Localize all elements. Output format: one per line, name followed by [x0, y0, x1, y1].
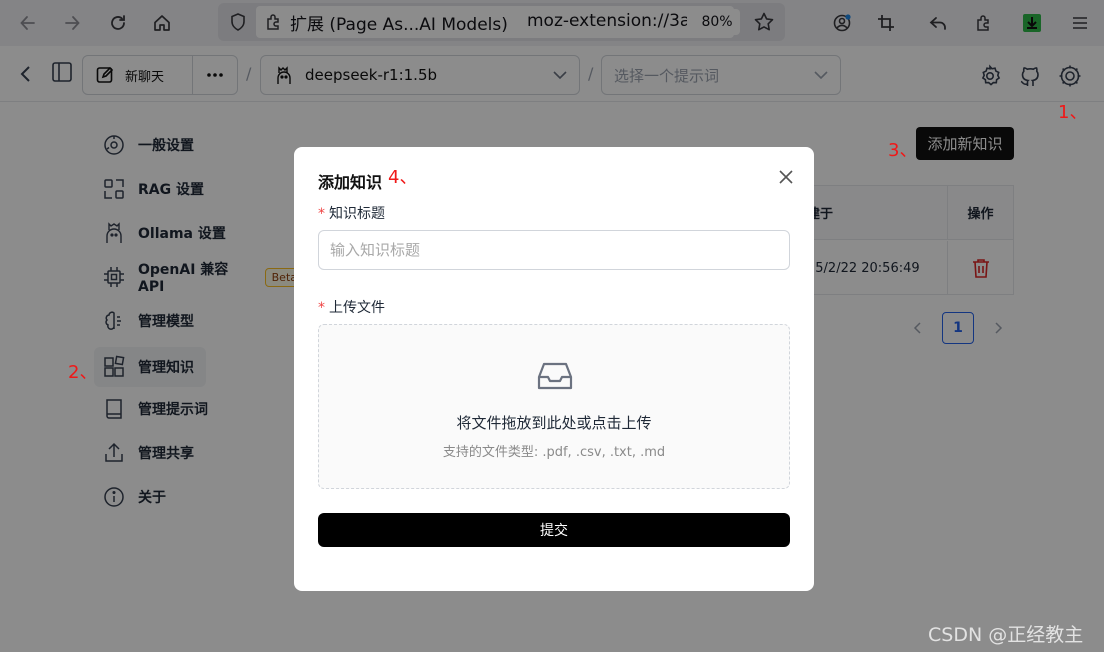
dropzone-sub-text: 支持的文件类型: .pdf, .csv, .txt, .md [442, 445, 666, 460]
close-icon [779, 170, 793, 184]
annotation-4: 4、 [388, 167, 418, 188]
add-knowledge-modal: 添加知识 *知识标题 *上传文件 将文件拖放到此处或点击上传 支持的文件类型: … [294, 147, 814, 591]
title-field-label: * 知识标题 [318, 203, 385, 223]
close-button[interactable] [774, 165, 798, 189]
upload-field-label: * 上传文件 [318, 297, 385, 317]
annotation-1: 1、 [1058, 102, 1088, 123]
watermark: CSDN @正经教主 [928, 624, 1084, 646]
upload-label-text: 上传文件 [329, 300, 385, 316]
modal-title: 添加知识 [318, 173, 383, 192]
required-mark: * [318, 300, 325, 316]
title-label-text: 知识标题 [329, 206, 385, 222]
knowledge-title-input[interactable] [318, 230, 790, 270]
inbox-icon [537, 362, 573, 390]
required-mark: * [318, 206, 325, 222]
annotation-3: 3、 [888, 140, 918, 161]
dropzone-main-text: 将文件拖放到此处或点击上传 [456, 414, 652, 432]
annotation-2: 2、 [68, 362, 98, 383]
file-dropzone[interactable]: 将文件拖放到此处或点击上传 支持的文件类型: .pdf, .csv, .txt,… [318, 324, 790, 489]
submit-button[interactable]: 提交 [318, 513, 790, 547]
